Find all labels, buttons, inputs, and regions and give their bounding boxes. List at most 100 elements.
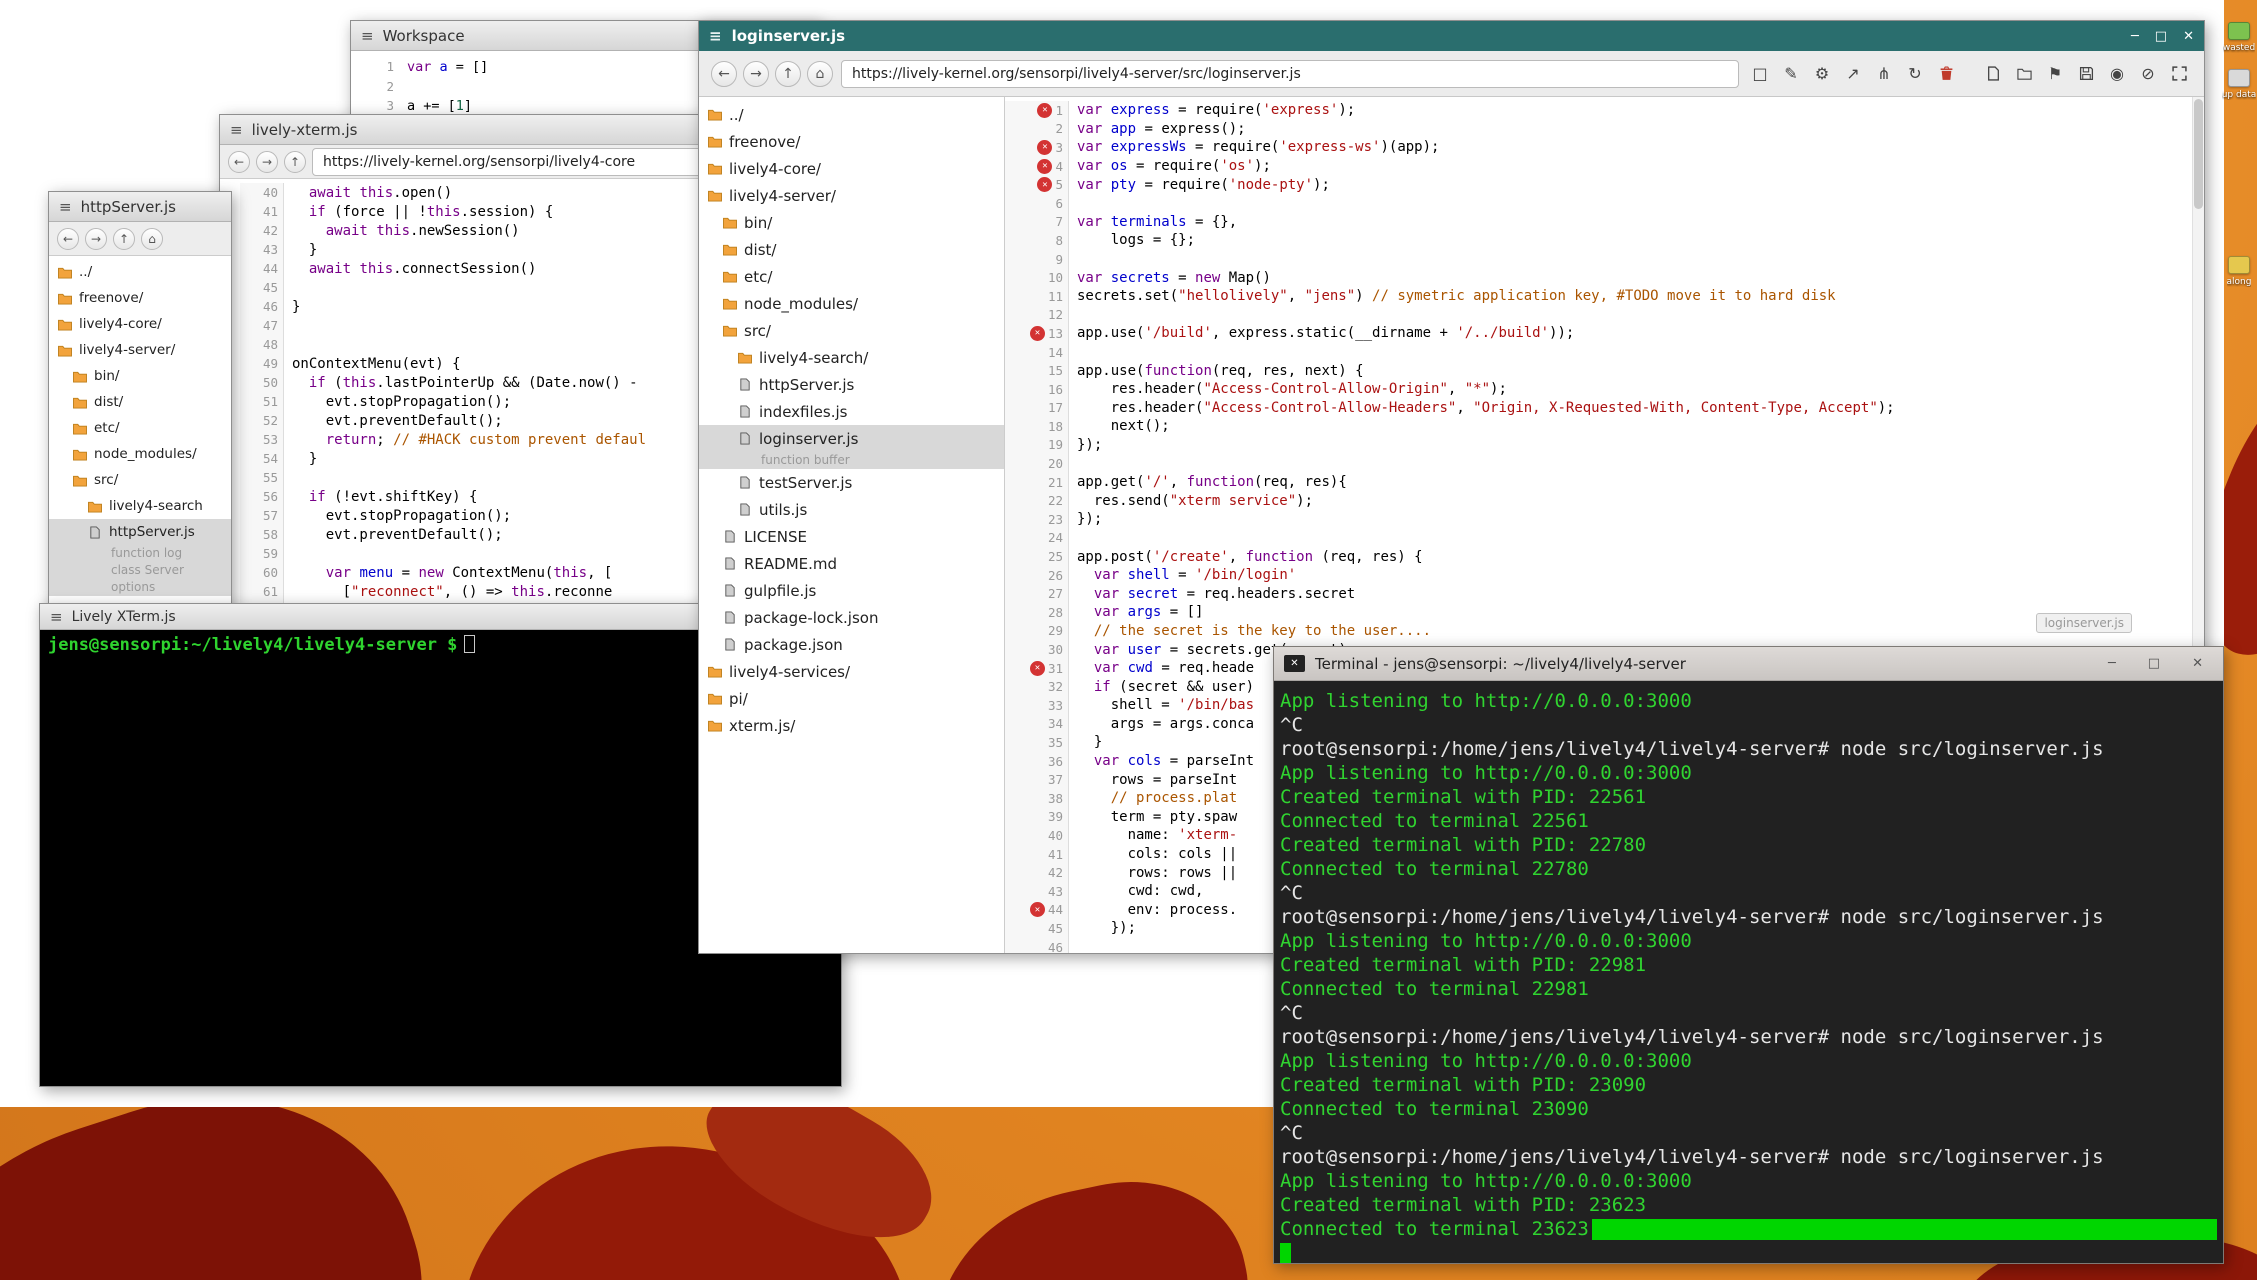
tree-folder-node-modules[interactable]: node_modules/ (699, 290, 1004, 317)
tree-subentry[interactable]: function buffer (699, 452, 1004, 469)
menu-icon[interactable]: ≡ (709, 27, 722, 45)
fullscreen-icon[interactable] (2166, 62, 2192, 86)
tree-file-indexfiles-js[interactable]: indexfiles.js (699, 398, 1004, 425)
url-input[interactable] (841, 60, 1739, 88)
code-line-17[interactable]: 17 res.header("Access-Control-Allow-Head… (1005, 399, 2204, 418)
code-line-11[interactable]: 11secrets.set("hellolively", "jens") // … (1005, 287, 2204, 306)
tree-folder-pi[interactable]: pi/ (699, 685, 1004, 712)
tree-folder-dist[interactable]: dist/ (49, 389, 231, 415)
settings-gears-icon[interactable]: ⚙ (1809, 62, 1835, 86)
code-line-25[interactable]: 25app.post('/create', function (req, res… (1005, 547, 2204, 566)
tree-file-package-json[interactable]: package.json (699, 631, 1004, 658)
code-line-22[interactable]: 22 res.send("xterm service"); (1005, 491, 2204, 510)
code-line-24[interactable]: 24 (1005, 529, 2204, 548)
folder-icon[interactable] (2011, 62, 2037, 86)
tree-folder-lively4-services[interactable]: lively4-services/ (699, 658, 1004, 685)
scrollbar-thumb[interactable] (2194, 99, 2203, 209)
tree-file-gulpfile-js[interactable]: gulpfile.js (699, 577, 1004, 604)
code-line-3[interactable]: ✕3var expressWs = require('express-ws')(… (1005, 138, 2204, 157)
code-line-19[interactable]: 19}); (1005, 436, 2204, 455)
desktop-icon[interactable]: along (2221, 256, 2257, 287)
code-line-6[interactable]: 6 (1005, 194, 2204, 213)
back-button[interactable]: ← (228, 151, 250, 173)
code-line-15[interactable]: 15app.use(function(req, res, next) { (1005, 361, 2204, 380)
home-button[interactable]: ⌂ (807, 61, 833, 87)
tree-folder-[interactable]: ../ (49, 259, 231, 285)
close-button[interactable]: ✕ (2183, 29, 2194, 44)
new-file-icon[interactable] (1980, 62, 2006, 86)
forward-button[interactable]: → (743, 61, 769, 87)
desktop-icon[interactable]: wasted (2221, 22, 2257, 53)
trash-icon[interactable] (1933, 62, 1959, 86)
eye-icon[interactable]: ◉ (2104, 62, 2130, 86)
code-line-21[interactable]: 21app.get('/', function(req, res){ (1005, 473, 2204, 492)
tree-folder-bin[interactable]: bin/ (49, 363, 231, 389)
tree-folder-node-modules[interactable]: node_modules/ (49, 441, 231, 467)
menu-icon[interactable]: ≡ (59, 198, 72, 216)
block-icon[interactable]: ⊘ (2135, 62, 2161, 86)
flag-icon[interactable]: ⚑ (2042, 62, 2068, 86)
terminal-titlebar[interactable]: ✕ Terminal - jens@sensorpi: ~/lively4/li… (1274, 647, 2223, 681)
back-button[interactable]: ← (57, 228, 79, 250)
menu-icon[interactable]: ≡ (230, 121, 243, 139)
tree-folder-lively4-server[interactable]: lively4-server/ (699, 182, 1004, 209)
tree-folder-lively4-server[interactable]: lively4-server/ (49, 337, 231, 363)
code-line-27[interactable]: 27 var secret = req.headers.secret (1005, 584, 2204, 603)
tree-folder-lively4-search[interactable]: lively4-search (49, 493, 231, 519)
desktop-icon[interactable]: up data (2221, 69, 2257, 100)
code-line-2[interactable]: 2var app = express(); (1005, 120, 2204, 139)
tree-folder-dist[interactable]: dist/ (699, 236, 1004, 263)
up-button[interactable]: ↑ (775, 61, 801, 87)
code-line-9[interactable]: 9 (1005, 250, 2204, 269)
close-button[interactable]: ✕ (2192, 656, 2203, 671)
tree-folder-lively4-core[interactable]: lively4-core/ (699, 155, 1004, 182)
menu-icon[interactable]: ≡ (361, 27, 374, 45)
brush-icon[interactable]: ✎ (1778, 62, 1804, 86)
code-line-12[interactable]: 12 (1005, 306, 2204, 325)
tree-folder-src[interactable]: src/ (49, 467, 231, 493)
open-external-icon[interactable]: ↗ (1840, 62, 1866, 86)
tree-subentry[interactable]: function log (49, 545, 231, 562)
checkbox-icon[interactable]: □ (1747, 62, 1773, 86)
tree-file-httpserver-js[interactable]: httpServer.js (699, 371, 1004, 398)
loginserver-titlebar[interactable]: ≡ loginserver.js ─ □ ✕ (699, 21, 2204, 51)
tree-file-license[interactable]: LICENSE (699, 523, 1004, 550)
tree-file-loginserver-js[interactable]: loginserver.js (699, 425, 1004, 452)
forward-button[interactable]: → (256, 151, 278, 173)
tree-file-readme-md[interactable]: README.md (699, 550, 1004, 577)
sitemap-icon[interactable]: ⋔ (1871, 62, 1897, 86)
up-button[interactable]: ↑ (284, 151, 306, 173)
tree-folder-lively4-search[interactable]: lively4-search/ (699, 344, 1004, 371)
maximize-button[interactable]: □ (2148, 656, 2160, 671)
forward-button[interactable]: → (85, 228, 107, 250)
code-line-28[interactable]: 28 var args = [] (1005, 603, 2204, 622)
tree-subentry[interactable]: class Server (49, 562, 231, 579)
code-line-26[interactable]: 26 var shell = '/bin/login' (1005, 566, 2204, 585)
tree-file-httpserver-js[interactable]: httpServer.js (49, 519, 231, 545)
code-line-14[interactable]: 14 (1005, 343, 2204, 362)
tree-folder-freenove[interactable]: freenove/ (699, 128, 1004, 155)
tree-file-package-lock-json[interactable]: package-lock.json (699, 604, 1004, 631)
tree-folder-etc[interactable]: etc/ (49, 415, 231, 441)
maximize-button[interactable]: □ (2155, 29, 2167, 44)
refresh-icon[interactable]: ↻ (1902, 62, 1928, 86)
code-line-20[interactable]: 20 (1005, 454, 2204, 473)
minimize-button[interactable]: ─ (2131, 29, 2139, 44)
tree-subentry[interactable]: options (49, 579, 231, 596)
code-line-5[interactable]: ✕5var pty = require('node-pty'); (1005, 175, 2204, 194)
code-line-1[interactable]: ✕1var express = require('express'); (1005, 101, 2204, 120)
code-line-13[interactable]: ✕13app.use('/build', express.static(__di… (1005, 324, 2204, 343)
tree-file-utils-js[interactable]: utils.js (699, 496, 1004, 523)
tree-folder-xterm-js[interactable]: xterm.js/ (699, 712, 1004, 739)
tree-folder-bin[interactable]: bin/ (699, 209, 1004, 236)
tree-folder-lively4-core[interactable]: lively4-core/ (49, 311, 231, 337)
code-line-4[interactable]: ✕4var os = require('os'); (1005, 157, 2204, 176)
code-line-10[interactable]: 10var secrets = new Map() (1005, 268, 2204, 287)
tree-folder-etc[interactable]: etc/ (699, 263, 1004, 290)
tree-file-testserver-js[interactable]: testServer.js (699, 469, 1004, 496)
save-icon[interactable] (2073, 62, 2099, 86)
code-line-8[interactable]: 8 logs = {}; (1005, 231, 2204, 250)
terminal-output[interactable]: App listening to http://0.0.0.0:3000^Cro… (1274, 681, 2223, 1263)
tree-folder-src[interactable]: src/ (699, 317, 1004, 344)
httpserver-titlebar[interactable]: ≡ httpServer.js (49, 192, 231, 222)
